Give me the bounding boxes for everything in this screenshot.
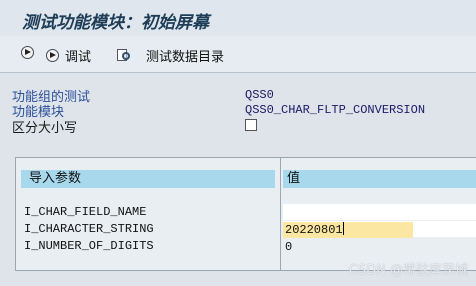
title-bar: 测试功能模块：初始屏幕 bbox=[0, 0, 476, 36]
text-cursor bbox=[342, 222, 344, 235]
param-value-char-field-name[interactable] bbox=[283, 204, 476, 220]
directory-search-icon bbox=[117, 48, 133, 63]
param-value-character-string[interactable]: 20220801 bbox=[283, 222, 413, 238]
import-parameters-header: 导入参数 bbox=[21, 170, 275, 188]
debug-icon bbox=[46, 49, 59, 62]
execute-button[interactable] bbox=[21, 46, 34, 59]
function-group-value: QSS0 bbox=[245, 88, 274, 102]
function-module-value: QSS0_CHAR_FLTP_CONVERSION bbox=[245, 103, 426, 117]
application-toolbar: 调试 测试数据目录 bbox=[0, 36, 476, 73]
debug-button[interactable]: 调试 bbox=[46, 46, 91, 65]
test-data-directory-button[interactable]: 测试数据目录 bbox=[117, 46, 224, 65]
param-name-char-field-name: I_CHAR_FIELD_NAME bbox=[24, 205, 147, 219]
character-string-value: 20220801 bbox=[285, 223, 343, 237]
debug-label: 调试 bbox=[65, 50, 92, 65]
screen-title: 测试功能模块：初始屏幕 bbox=[22, 13, 209, 33]
import-parameters-table: 导入参数 值 I_CHAR_FIELD_NAME I_CHARACTER_STR… bbox=[15, 157, 476, 271]
test-data-directory-label: 测试数据目录 bbox=[146, 50, 225, 65]
case-sensitive-label: 区分大小写 bbox=[12, 121, 78, 136]
execute-icon bbox=[21, 46, 34, 59]
case-sensitive-checkbox[interactable] bbox=[245, 119, 257, 131]
column-divider bbox=[280, 158, 281, 270]
value-column-header: 值 bbox=[283, 170, 476, 188]
watermark: CSDN @常驻库茨城 bbox=[348, 263, 468, 278]
param-value-number-of-digits[interactable]: 0 bbox=[283, 239, 343, 255]
param-name-number-of-digits: I_NUMBER_OF_DIGITS bbox=[24, 239, 154, 253]
param-name-character-string: I_CHARACTER_STRING bbox=[24, 222, 154, 236]
